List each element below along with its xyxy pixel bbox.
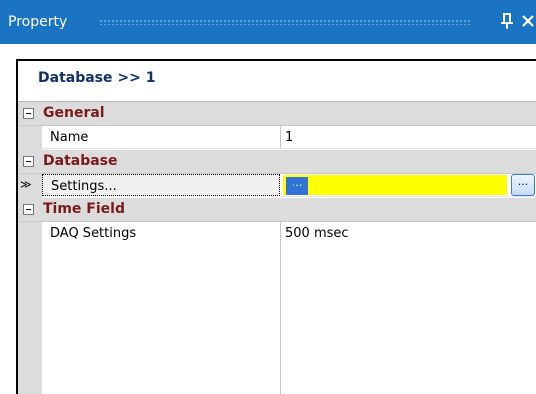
collapse-icon[interactable] bbox=[23, 156, 34, 167]
object-header-label: Database >> 1 bbox=[38, 70, 156, 86]
collapse-icon[interactable] bbox=[23, 204, 34, 215]
category-time-field[interactable]: Time Field bbox=[18, 198, 536, 222]
grid-empty-area bbox=[42, 273, 281, 394]
property-name: Settings... bbox=[51, 179, 117, 194]
property-value: 500 msec bbox=[285, 226, 349, 241]
category-label: General bbox=[43, 105, 105, 121]
property-name: Name bbox=[50, 130, 89, 145]
category-label: Database bbox=[43, 153, 118, 169]
property-row-daq-settings[interactable]: DAQ Settings 500 msec bbox=[18, 222, 536, 273]
property-row-name[interactable]: Name 1 bbox=[18, 126, 536, 149]
pin-icon[interactable] bbox=[498, 10, 516, 32]
property-name-cell: Name bbox=[42, 126, 281, 149]
value-editor-field[interactable]: ... bbox=[283, 175, 507, 195]
collapse-icon[interactable] bbox=[23, 108, 34, 119]
property-grid: General Name 1 Database ≫ Settings... ..… bbox=[18, 102, 536, 394]
ellipsis-button[interactable]: ... bbox=[511, 174, 535, 196]
property-value-cell[interactable]: ... ... bbox=[281, 174, 536, 197]
category-database[interactable]: Database bbox=[18, 150, 536, 174]
property-name-cell: DAQ Settings bbox=[42, 222, 281, 273]
property-row-settings[interactable]: ≫ Settings... ... ... bbox=[18, 174, 536, 197]
category-general[interactable]: General bbox=[18, 102, 536, 126]
window-titlebar[interactable]: Property bbox=[0, 0, 536, 44]
property-value: 1 bbox=[285, 130, 294, 145]
property-value-cell[interactable]: 1 bbox=[281, 126, 536, 149]
close-icon[interactable] bbox=[520, 10, 536, 32]
property-panel: Database >> 1 General Name 1 Database ≫ … bbox=[16, 59, 536, 394]
selected-row-indicator: ≫ bbox=[20, 178, 32, 191]
property-value-cell[interactable]: 500 msec bbox=[281, 222, 536, 244]
category-label: Time Field bbox=[43, 201, 125, 217]
window-title: Property bbox=[8, 14, 68, 30]
object-header: Database >> 1 bbox=[18, 61, 536, 102]
selected-value-text: ... bbox=[286, 177, 308, 195]
property-name-cell: Settings... bbox=[42, 174, 280, 196]
property-name: DAQ Settings bbox=[50, 226, 137, 241]
titlebar-grip bbox=[99, 19, 471, 25]
